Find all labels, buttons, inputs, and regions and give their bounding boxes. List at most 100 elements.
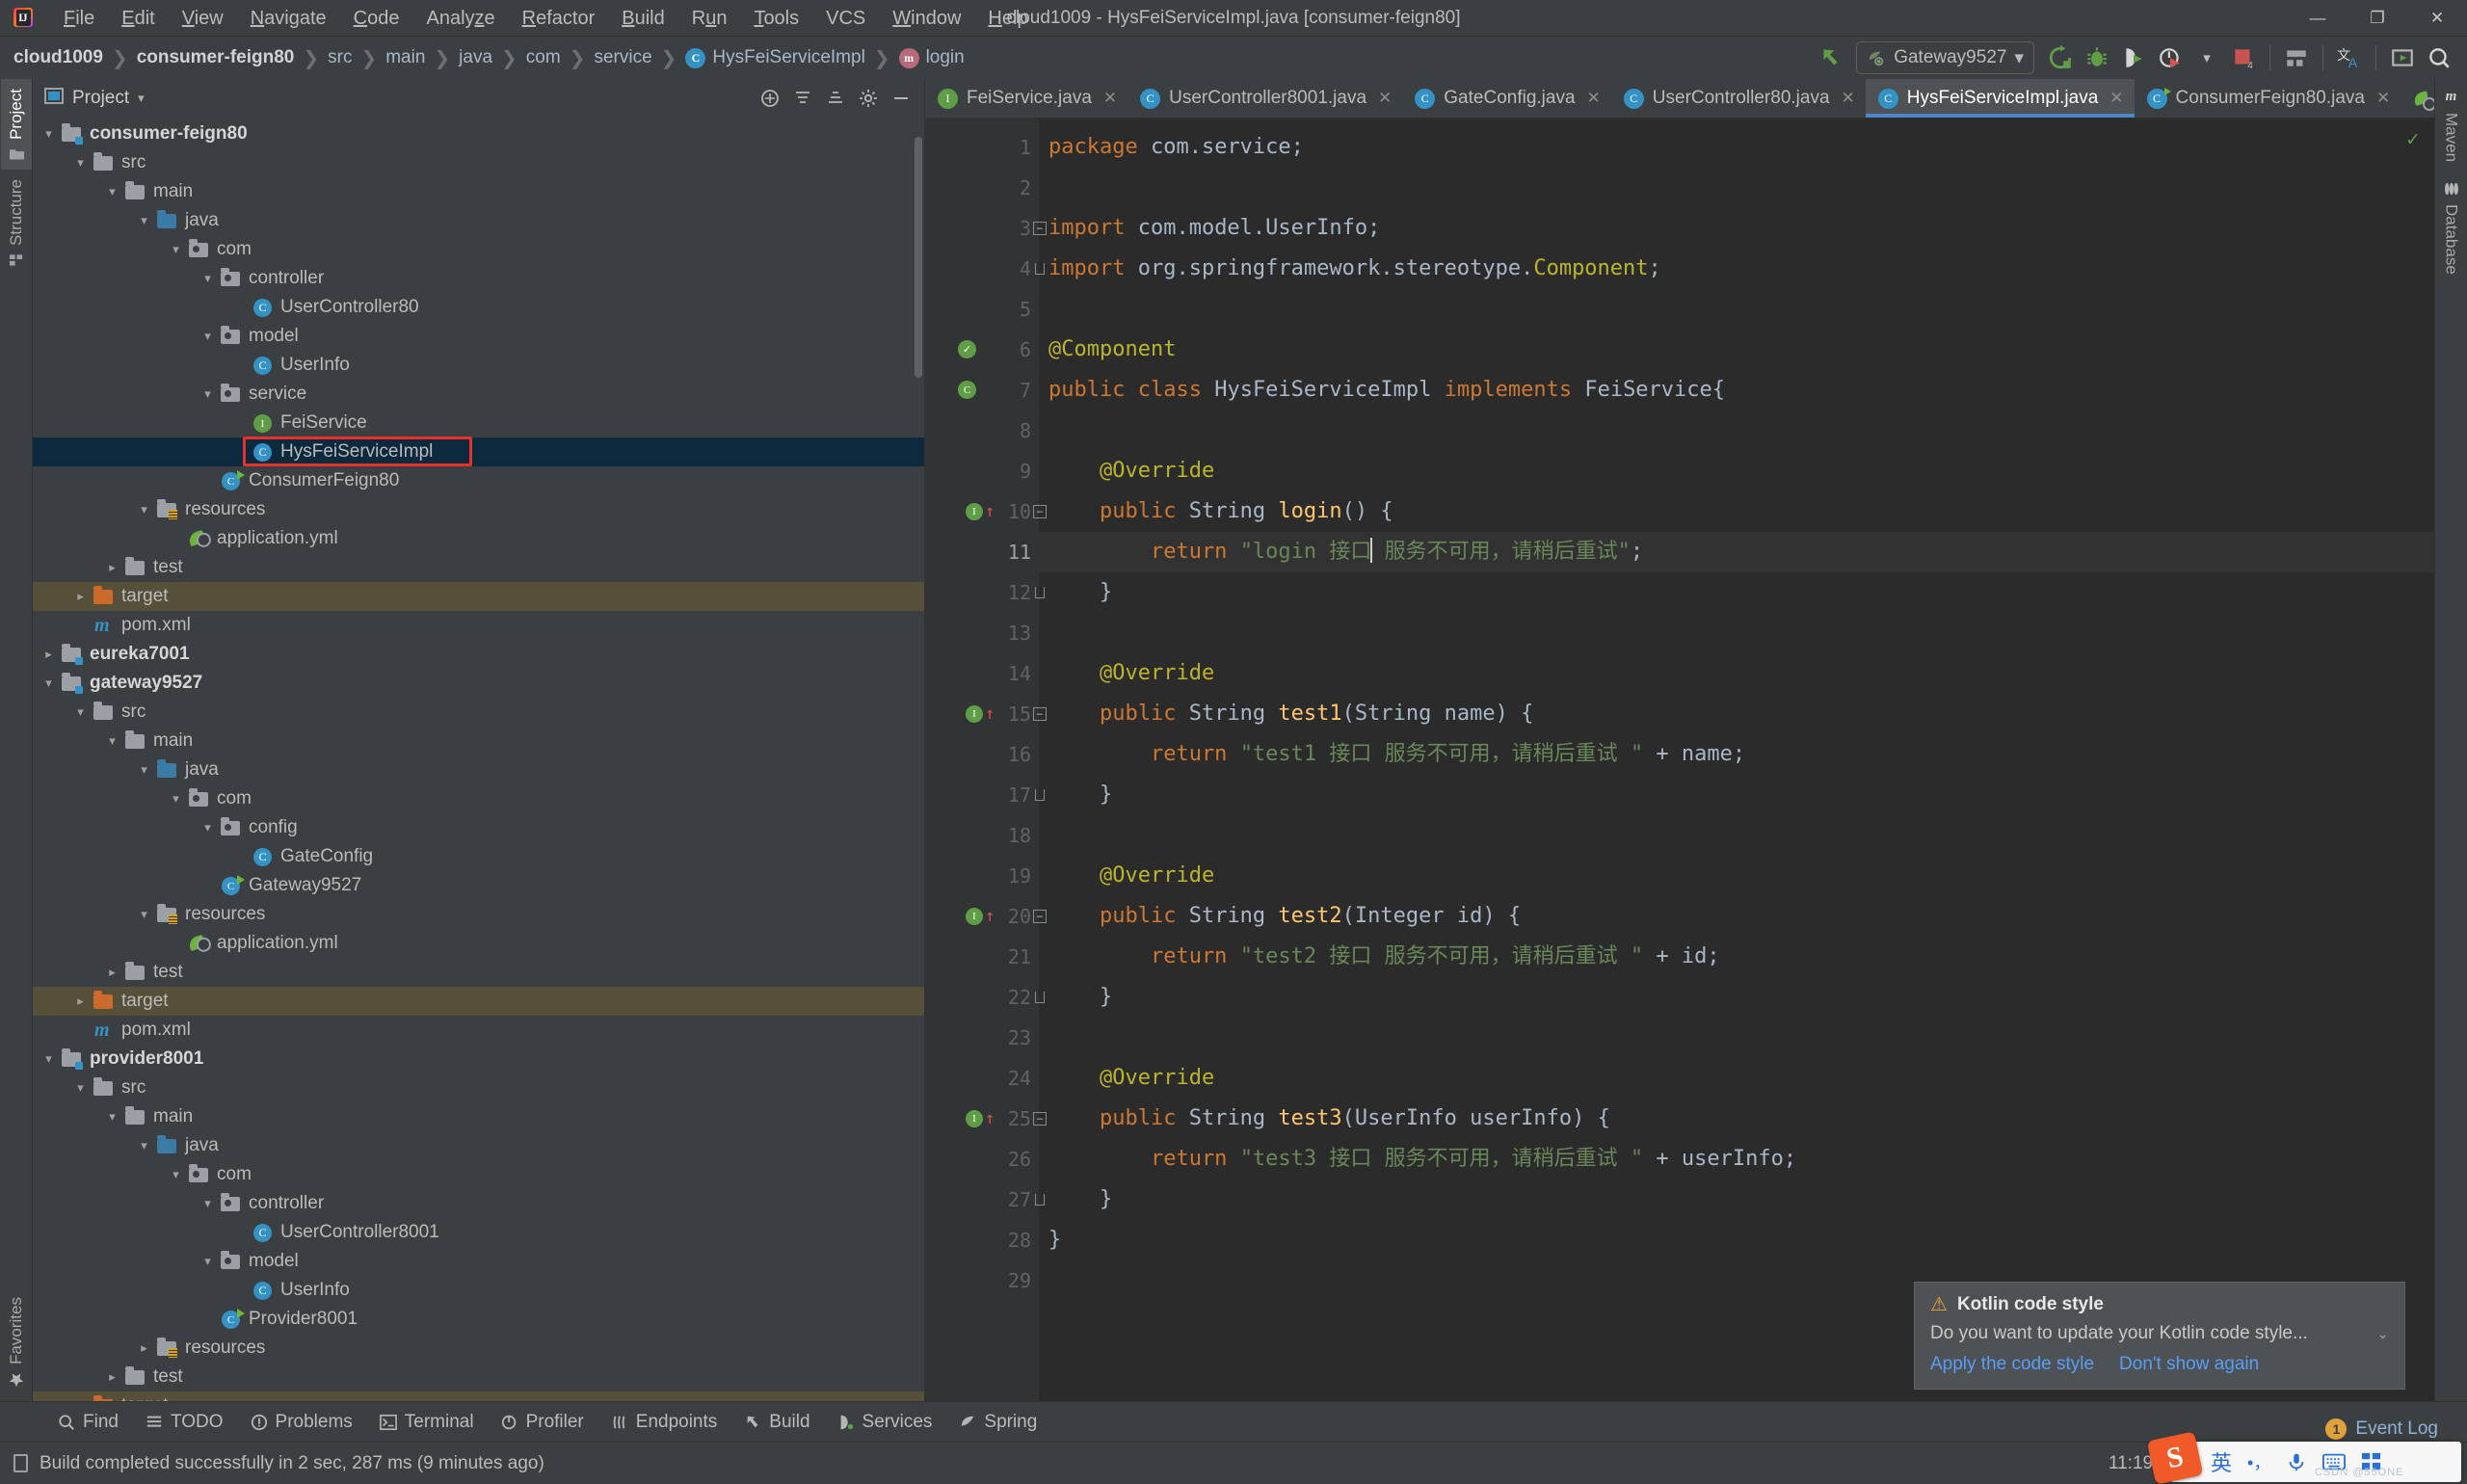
- tree-node-com[interactable]: ▾com: [33, 784, 924, 813]
- code-line-16[interactable]: return "test1 接口 服务不可用，请稍后重试 " + name;: [1039, 734, 2434, 775]
- caret-position[interactable]: 11:19: [2109, 1453, 2153, 1474]
- tool-window-profiler[interactable]: Profiler: [488, 1408, 597, 1437]
- tree-expander-icon[interactable]: ▾: [136, 762, 152, 778]
- gutter-line-20[interactable]: I↑20−: [925, 896, 1039, 937]
- tree-node-provider8001[interactable]: CProvider8001: [33, 1305, 924, 1334]
- tree-node-main[interactable]: ▾main: [33, 177, 924, 206]
- menu-window[interactable]: Window: [879, 5, 974, 32]
- tree-node-application-yml[interactable]: application.yml: [33, 524, 924, 553]
- tree-node-gateway9527[interactable]: CGateway9527: [33, 871, 924, 900]
- tree-expander-icon[interactable]: ▾: [40, 676, 57, 691]
- back-arrow-icon[interactable]: [1812, 40, 1848, 76]
- tree-node-com[interactable]: ▾com: [33, 1160, 924, 1189]
- tree-expander-icon[interactable]: ▾: [136, 907, 152, 922]
- close-icon[interactable]: ✕: [1378, 89, 1392, 108]
- project-tree-scrollbar[interactable]: [915, 137, 922, 378]
- code-line-4[interactable]: import org.springframework.stereotype.Co…: [1039, 249, 2434, 289]
- tool-window-endpoints[interactable]: Endpoints: [597, 1408, 731, 1437]
- gutter-line-1[interactable]: 1: [925, 127, 1039, 168]
- editor-gutter[interactable]: 123−45✓6C789I↑10−11121314I↑15−16171819I↑…: [925, 118, 1039, 1401]
- editor-viewport[interactable]: 123−45✓6C789I↑10−11121314I↑15−16171819I↑…: [925, 118, 2434, 1401]
- gutter-line-19[interactable]: 19: [925, 856, 1039, 896]
- menu-code[interactable]: Code: [340, 5, 413, 32]
- code-line-11[interactable]: return "login 接口 服务不可用，请稍后重试";: [1039, 532, 2434, 572]
- tree-expander-icon[interactable]: ▸: [136, 1340, 152, 1356]
- tree-expander-icon[interactable]: ▾: [72, 155, 89, 171]
- gutter-line-15[interactable]: I↑15−: [925, 694, 1039, 734]
- override-method-icon[interactable]: I↑: [966, 908, 995, 925]
- tree-expander-icon[interactable]: ▾: [199, 386, 216, 402]
- breadcrumb-item-com[interactable]: com❯: [526, 46, 595, 70]
- tree-node-feiservice[interactable]: IFeiService: [33, 409, 924, 437]
- gutter-line-26[interactable]: 26: [925, 1139, 1039, 1179]
- code-line-23[interactable]: [1039, 1018, 2434, 1058]
- tree-node-gateconfig[interactable]: CGateConfig: [33, 842, 924, 871]
- project-tree[interactable]: ▾consumer-feign80▾src▾main▾java▾com▾cont…: [33, 118, 924, 1401]
- spring-bean-icon[interactable]: C: [958, 381, 977, 400]
- tree-node-resources[interactable]: ▾resources: [33, 900, 924, 929]
- gutter-line-6[interactable]: ✓6: [925, 330, 1039, 370]
- code-line-13[interactable]: [1039, 613, 2434, 653]
- breadcrumb-item-main[interactable]: main❯: [385, 46, 459, 70]
- code-line-21[interactable]: return "test2 接口 服务不可用，请稍后重试 " + id;: [1039, 937, 2434, 977]
- tree-expander-icon[interactable]: ▾: [104, 184, 120, 199]
- gutter-line-10[interactable]: I↑10−: [925, 491, 1039, 532]
- breadcrumb-item-java[interactable]: java❯: [459, 46, 526, 70]
- tree-node-java[interactable]: ▾java: [33, 206, 924, 235]
- editor-tab-usercontroller80-java[interactable]: CUserController80.java✕: [1611, 79, 1866, 118]
- profiler-button[interactable]: [2152, 40, 2188, 76]
- gutter-line-29[interactable]: 29: [925, 1260, 1039, 1301]
- tree-node-controller[interactable]: ▾controller: [33, 264, 924, 293]
- code-line-17[interactable]: }: [1039, 775, 2434, 815]
- code-line-26[interactable]: return "test3 接口 服务不可用，请稍后重试 " + userInf…: [1039, 1139, 2434, 1179]
- tool-window-problems[interactable]: Problems: [237, 1408, 366, 1437]
- override-method-icon[interactable]: I↑: [966, 705, 995, 723]
- breadcrumb-item-src[interactable]: src❯: [328, 46, 385, 70]
- menu-edit[interactable]: Edit: [108, 5, 168, 32]
- gutter-line-25[interactable]: I↑25−: [925, 1099, 1039, 1139]
- code-line-27[interactable]: }: [1039, 1179, 2434, 1220]
- tree-node-test[interactable]: ▸test: [33, 958, 924, 987]
- tree-expander-icon[interactable]: ▸: [72, 589, 89, 604]
- menu-help[interactable]: Help: [974, 5, 1041, 32]
- code-line-10[interactable]: public String login() {: [1039, 491, 2434, 532]
- translate-icon[interactable]: 文A: [2331, 40, 2368, 76]
- tree-expander-icon[interactable]: ▸: [40, 647, 57, 662]
- tree-expander-icon[interactable]: ▾: [40, 1051, 57, 1067]
- tree-node-src[interactable]: ▾src: [33, 698, 924, 727]
- tree-expander-icon[interactable]: ▸: [72, 994, 89, 1009]
- tool-window-build[interactable]: Build: [730, 1408, 823, 1437]
- tree-expander-icon[interactable]: ▸: [104, 1369, 120, 1385]
- gutter-line-11[interactable]: 11: [925, 532, 1039, 572]
- code-line-25[interactable]: public String test3(UserInfo userInfo) {: [1039, 1099, 2434, 1139]
- maximize-button[interactable]: ❐: [2348, 0, 2407, 37]
- ime-floating-bar[interactable]: S 英 •， CSDN @55ONE: [2170, 1442, 2461, 1482]
- tree-node-userinfo[interactable]: CUserInfo: [33, 351, 924, 380]
- hide-panel-icon[interactable]: [886, 83, 916, 114]
- tree-node-usercontroller80[interactable]: CUserController80: [33, 293, 924, 322]
- editor-tab-feiservice-java[interactable]: IFeiService.java✕: [925, 79, 1127, 118]
- spring-bean-icon[interactable]: ✓: [958, 340, 977, 359]
- tree-expander-icon[interactable]: ▾: [136, 213, 152, 228]
- tree-node-consumerfeign80[interactable]: CConsumerFeign80: [33, 466, 924, 495]
- editor-tab-bar[interactable]: IFeiService.java✕CUserController8001.jav…: [925, 79, 2434, 118]
- tree-node-application-yml[interactable]: application.yml: [33, 929, 924, 958]
- editor-tab-consumerfeign80-java[interactable]: CConsumerFeign80.java✕: [2135, 79, 2401, 118]
- code-line-14[interactable]: @Override: [1039, 653, 2434, 694]
- tool-window-services[interactable]: Services: [824, 1408, 946, 1437]
- tree-node-main[interactable]: ▾main: [33, 727, 924, 755]
- tree-expander-icon[interactable]: ▾: [104, 733, 120, 749]
- menu-vcs[interactable]: VCS: [812, 5, 879, 32]
- debug-button[interactable]: [2079, 40, 2115, 76]
- close-button[interactable]: ✕: [2407, 0, 2467, 37]
- code-line-7[interactable]: public class HysFeiServiceImpl implement…: [1039, 370, 2434, 411]
- code-line-19[interactable]: @Override: [1039, 856, 2434, 896]
- menu-view[interactable]: View: [169, 5, 237, 32]
- tree-node-service[interactable]: ▾service: [33, 380, 924, 409]
- sogou-logo-icon[interactable]: S: [2147, 1431, 2203, 1484]
- rerun-button[interactable]: [2042, 40, 2079, 76]
- tree-expander-icon[interactable]: ▾: [168, 1167, 184, 1182]
- tree-expander-icon[interactable]: ▸: [104, 560, 120, 575]
- dont-show-again-link[interactable]: Don't show again: [2119, 1354, 2259, 1375]
- gutter-line-7[interactable]: C7: [925, 370, 1039, 411]
